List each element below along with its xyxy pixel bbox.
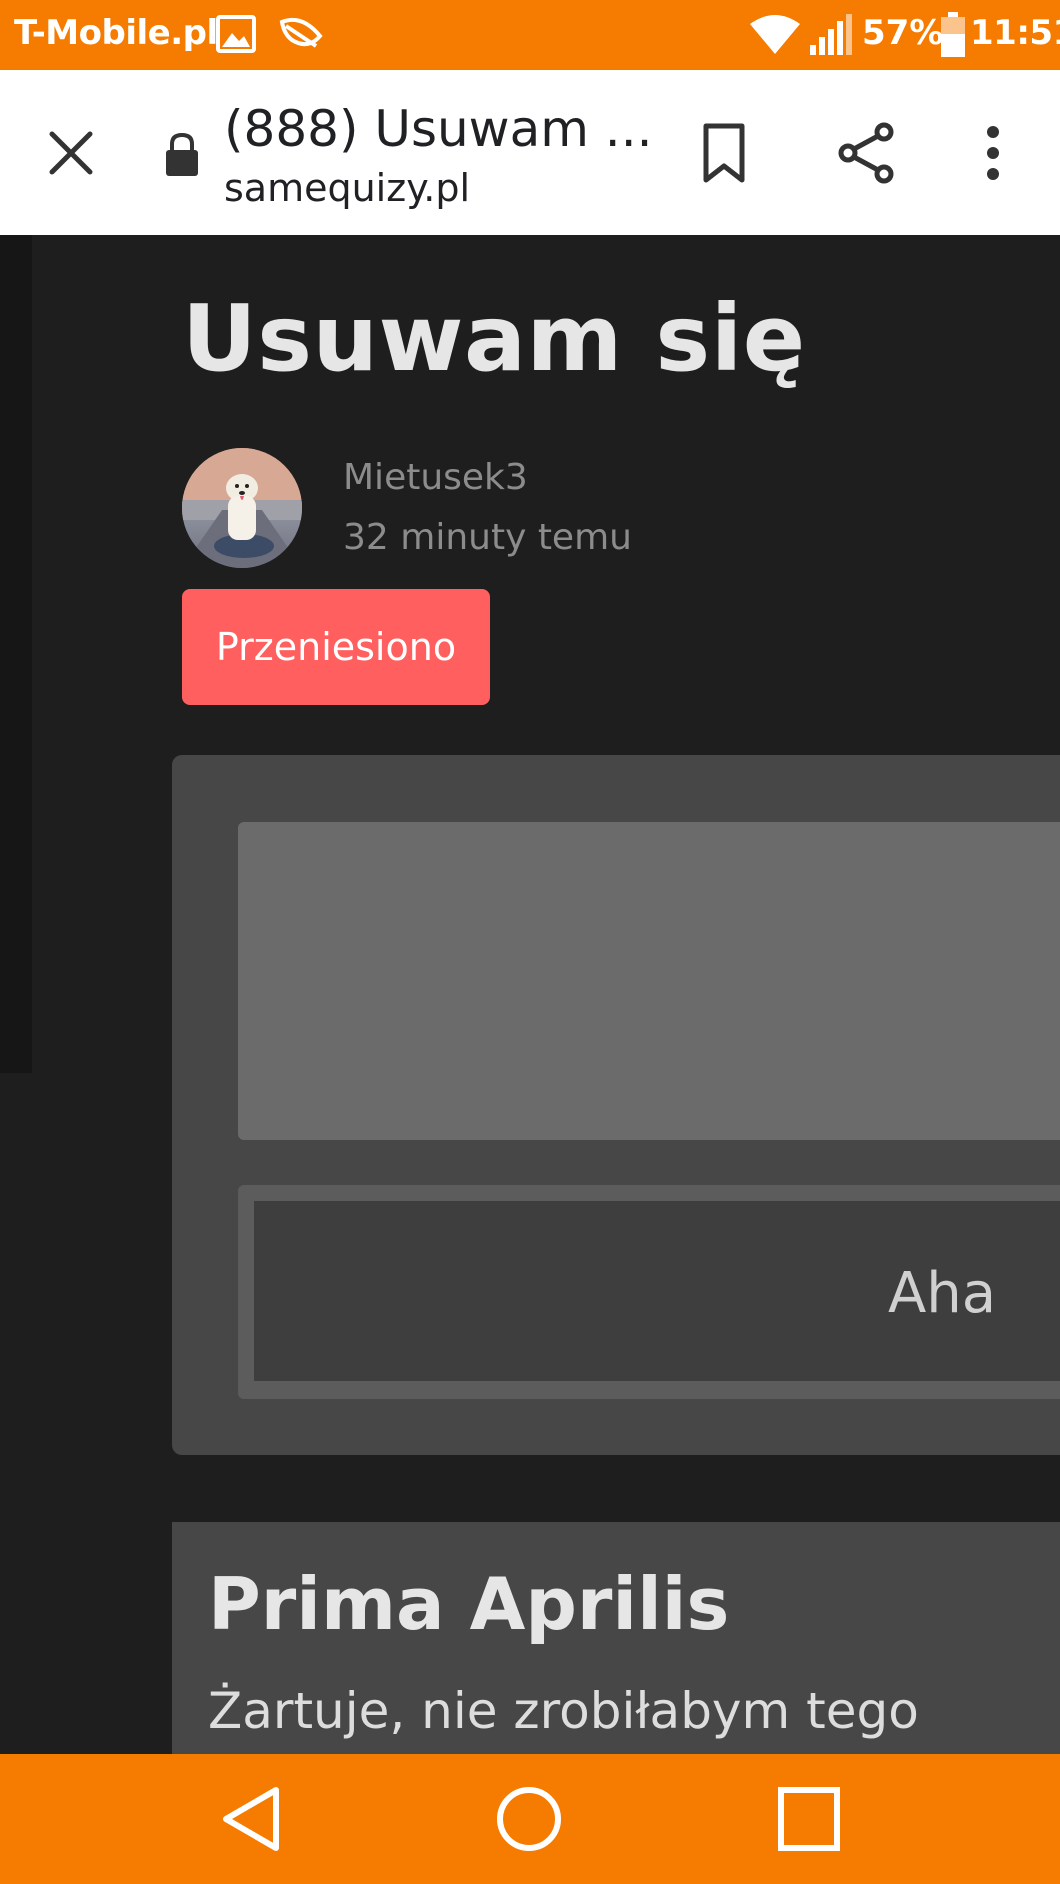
clock: 11:51 — [970, 13, 1060, 53]
post-time: 32 minuty temu — [343, 517, 632, 558]
quiz-question-card: Aha — [172, 755, 1060, 1455]
side-drawer-edge[interactable] — [0, 235, 32, 1073]
browser-toolbar: (888) Usuwam ... samequizy.pl — [0, 70, 1060, 235]
avatar[interactable] — [182, 448, 302, 568]
url-text[interactable]: samequizy.pl — [224, 166, 470, 210]
lock-icon[interactable] — [164, 132, 200, 178]
back-icon[interactable] — [218, 1784, 284, 1854]
close-icon[interactable] — [44, 126, 98, 180]
home-icon[interactable] — [494, 1784, 564, 1854]
answer-option-inner[interactable]: Aha — [254, 1201, 1060, 1381]
battery-percent: 57% — [862, 13, 944, 53]
gallery-icon — [216, 15, 256, 53]
bookmark-icon[interactable] — [700, 122, 748, 184]
author-name[interactable]: Mietusek3 — [343, 457, 528, 498]
answer-option[interactable]: Aha — [238, 1185, 1060, 1399]
result-description: Żartuje, nie zrobiłabym tego — [208, 1682, 919, 1740]
recents-icon[interactable] — [776, 1784, 842, 1854]
answer-label: Aha — [888, 1261, 997, 1326]
page-content: Usuwam się Mietusek3 32 minuty temu Prze… — [0, 235, 1060, 1754]
carrier-name: T-Mobile.pl — [14, 13, 218, 53]
wifi-icon — [750, 15, 800, 54]
result-title: Prima Aprilis — [208, 1562, 730, 1646]
system-nav-bar — [0, 1754, 1060, 1884]
share-icon[interactable] — [836, 122, 896, 184]
battery-icon — [941, 12, 965, 57]
result-card: Prima Aprilis Żartuje, nie zrobiłabym te… — [172, 1522, 1060, 1754]
more-vert-icon[interactable] — [980, 124, 1006, 182]
post-title: Usuwam się — [182, 285, 806, 392]
leaf-icon — [279, 17, 323, 48]
status-bar: T-Mobile.pl 57% 11:51 — [0, 0, 1060, 70]
dog-avatar-image — [182, 448, 302, 568]
status-badge[interactable]: Przeniesiono — [182, 589, 490, 705]
signal-icon — [810, 14, 852, 55]
page-tab-title[interactable]: (888) Usuwam ... — [224, 100, 653, 158]
question-image-placeholder — [238, 822, 1060, 1140]
